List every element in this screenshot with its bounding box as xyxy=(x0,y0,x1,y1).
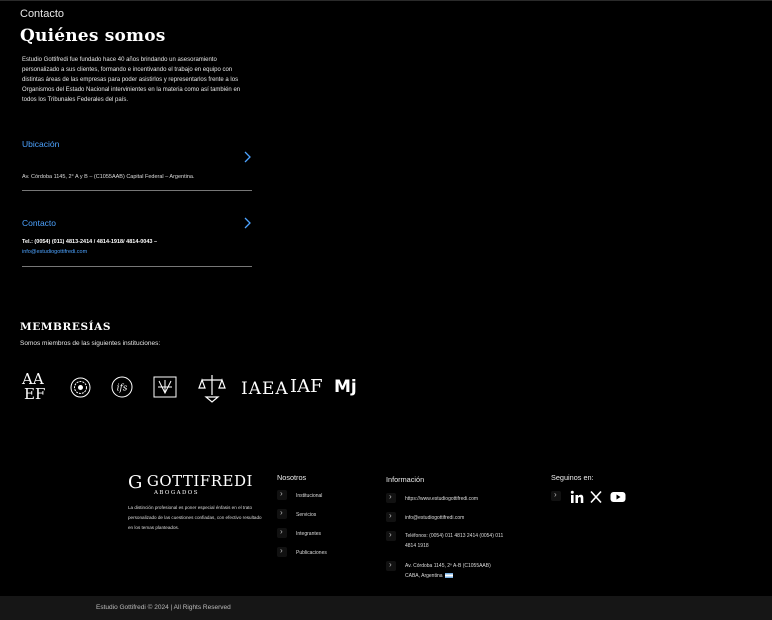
brand-subtitle: ABOGADOS xyxy=(154,490,199,496)
contacto-block[interactable]: Contacto Tel.: (0054) (011) 4813-2414 / … xyxy=(22,217,252,267)
nosotros-link-publicaciones[interactable]: Publicaciones xyxy=(296,548,327,558)
svg-text:ifs: ifs xyxy=(117,384,128,394)
info-website-link[interactable]: https://www.estudiogottifredi.com xyxy=(405,494,478,504)
about-text: Estudio Gottifredi fue fundado hace 40 a… xyxy=(22,57,241,103)
membresias-subtitle: Somos miembros de las siguientes institu… xyxy=(20,340,161,347)
informacion-heading: Información xyxy=(386,475,425,484)
youtube-icon[interactable] xyxy=(610,490,626,504)
arrow-icon xyxy=(551,490,561,501)
contacto-email-link[interactable]: info@estudiogottifredi.com xyxy=(22,249,87,255)
chevron-right-icon[interactable] xyxy=(242,151,252,163)
nosotros-link-institucional[interactable]: Institucional xyxy=(296,491,322,501)
info-address: Av. Córdoba 1145, 2º A-B (C1055AAB) CABA… xyxy=(405,563,491,579)
ubicacion-heading[interactable]: Ubicación xyxy=(22,139,252,149)
arrow-icon xyxy=(386,530,396,541)
scales-logo xyxy=(198,375,226,403)
arrow-icon xyxy=(277,489,287,500)
page-title: Quiénes somos xyxy=(20,26,166,46)
mj-logo: Mj xyxy=(334,377,357,397)
breadcrumb: Contacto xyxy=(20,8,65,20)
footer-description: La distinción profesional es poner espec… xyxy=(128,505,262,530)
brand-name: GOTTIFREDI xyxy=(146,472,253,490)
social-heading: Seguinos en: xyxy=(551,473,594,482)
copyright-text: Estudio Gottifredi © 2024 | All Rights R… xyxy=(96,604,231,611)
argentina-flag-icon xyxy=(444,573,453,579)
info-email-link[interactable]: info@estudiogottifredi.com xyxy=(405,513,464,523)
seal-logo xyxy=(70,377,91,398)
ubicacion-block[interactable]: Ubicación Av. Córdoba 1145, 2° A y B – (… xyxy=(22,139,252,191)
arrow-icon xyxy=(386,511,396,522)
arrow-icon xyxy=(277,546,287,557)
x-icon[interactable] xyxy=(589,490,603,504)
top-divider xyxy=(0,0,772,1)
contacto-phones: Tel.: (0054) (011) 4813-2414 / 4814-1918… xyxy=(22,239,158,245)
crest-logo xyxy=(153,376,177,398)
info-phones: Teléfonos: (0054) 011 4813 2414 (0054) 0… xyxy=(405,533,504,549)
contacto-heading[interactable]: Contacto xyxy=(22,218,252,228)
membresias-title: MEMBRESÍAS xyxy=(20,321,112,333)
arrow-icon xyxy=(386,560,396,571)
linkedin-icon[interactable] xyxy=(570,490,584,504)
iaf-logo: IAF xyxy=(290,376,323,397)
arrow-icon xyxy=(277,508,287,519)
iaea-logo: IAEA xyxy=(241,379,289,399)
ifs-logo: ifs xyxy=(111,376,133,398)
brand-initial: G xyxy=(128,472,143,493)
arrow-icon xyxy=(277,527,287,538)
nosotros-heading: Nosotros xyxy=(277,473,307,482)
chevron-right-icon[interactable] xyxy=(242,217,252,229)
nosotros-link-integrantes[interactable]: Integrantes xyxy=(296,529,321,539)
ubicacion-address: Av. Córdoba 1145, 2° A y B – (C1055AAB) … xyxy=(22,174,195,180)
gottifredi-logo[interactable]: G GOTTIFREDI ABOGADOS xyxy=(128,472,253,496)
aaef-logo: AA EF xyxy=(22,370,46,403)
nosotros-link-servicios[interactable]: Servicios xyxy=(296,510,316,520)
arrow-icon xyxy=(386,492,396,503)
